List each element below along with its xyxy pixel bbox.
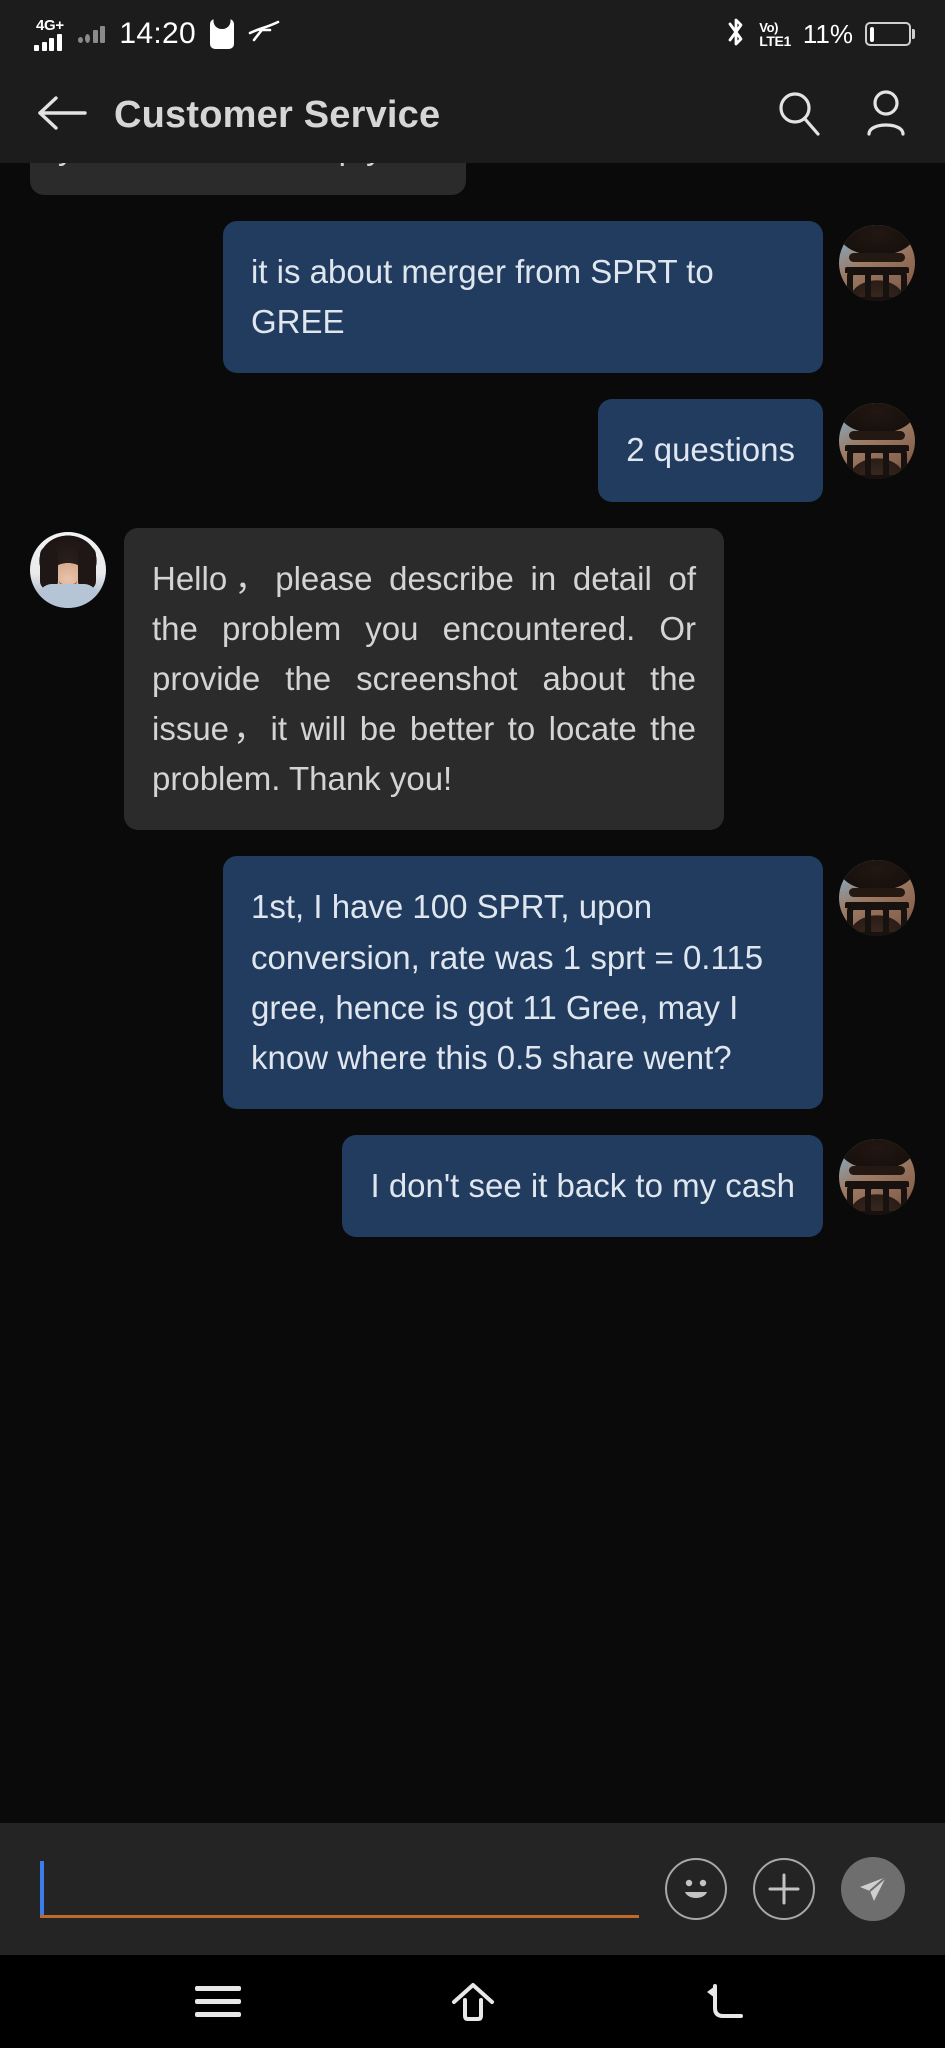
chat-app-screen: 4G+ 14:20 Vo) LTE1 11% Customer Service … [0, 0, 945, 2048]
chat-bubble-outgoing[interactable]: I don't see it back to my cash [342, 1135, 823, 1238]
app-header: Customer Service [0, 68, 945, 163]
page-title: Customer Service [114, 94, 441, 136]
message-row: it is about merger from SPRT to GREE [30, 221, 915, 374]
battery-icon [865, 22, 911, 46]
back-arrow-icon[interactable] [36, 94, 88, 137]
message-list[interactable]: you? How can I help you? it is about mer… [0, 163, 945, 1823]
status-bar-left: 4G+ 14:20 [34, 17, 280, 51]
message-input-bar [0, 1823, 945, 1955]
add-attachment-icon[interactable] [753, 1858, 815, 1920]
chat-bubble-outgoing[interactable]: it is about merger from SPRT to GREE [223, 221, 823, 374]
avatar[interactable] [839, 1139, 915, 1216]
network-type-label: 4G+ [36, 16, 64, 34]
chat-bubble-incoming[interactable]: you? How can I help you? [30, 163, 466, 196]
recent-apps-icon[interactable] [158, 1972, 278, 2032]
avatar[interactable] [839, 860, 915, 937]
search-icon[interactable] [775, 89, 823, 142]
bird-icon [248, 19, 280, 50]
text-cursor [40, 1861, 44, 1917]
volte-icon: Vo) LTE1 [759, 19, 791, 49]
bluetooth-icon [725, 16, 747, 53]
back-icon[interactable] [668, 1972, 788, 2032]
input-underline [40, 1915, 639, 1918]
message-row: Hello，please describe in detail of the p… [30, 527, 915, 831]
status-bar: 4G+ 14:20 Vo) LTE1 11% [0, 0, 945, 68]
chat-bubble-incoming[interactable]: Hello，please describe in detail of the p… [124, 527, 724, 831]
avatar[interactable] [839, 403, 915, 480]
signal-bars-icon: 4G+ [34, 18, 64, 51]
status-bar-right: Vo) LTE1 11% [725, 16, 911, 53]
message-row: I don't see it back to my cash [30, 1135, 915, 1238]
signal-bars-secondary-icon [77, 25, 106, 43]
message-row: 1st, I have 100 SPRT, upon conversion, r… [30, 856, 915, 1110]
emoji-icon[interactable] [665, 1858, 727, 1920]
avatar[interactable] [30, 531, 106, 608]
chat-bubble-outgoing[interactable]: 2 questions [598, 399, 823, 502]
system-nav-bar [0, 1955, 945, 2048]
message-row: 2 questions [30, 399, 915, 502]
home-icon[interactable] [413, 1972, 533, 2032]
avatar[interactable] [839, 225, 915, 302]
status-bar-clock: 14:20 [119, 17, 196, 50]
send-icon[interactable] [841, 1857, 905, 1921]
battery-percent-label: 11% [802, 18, 853, 49]
profile-icon[interactable] [863, 89, 909, 142]
chat-bubble-outgoing[interactable]: 1st, I have 100 SPRT, upon conversion, r… [223, 856, 823, 1110]
app-notification-icon [209, 19, 234, 49]
message-row: you? How can I help you? [30, 163, 915, 196]
message-input[interactable] [40, 1850, 639, 1928]
header-actions [775, 89, 909, 142]
